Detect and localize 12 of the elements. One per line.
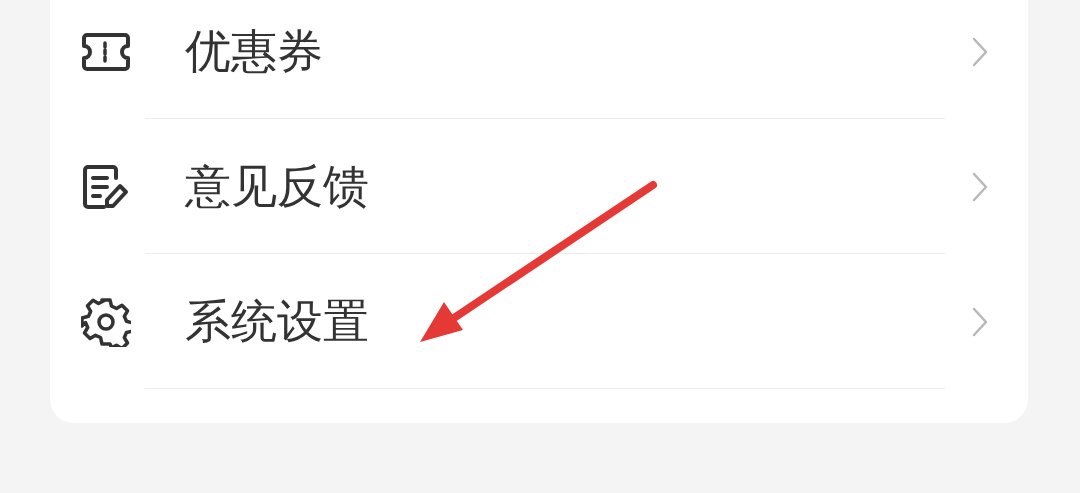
menu-label: 优惠券 [185, 23, 324, 80]
settings-icon [80, 296, 131, 347]
menu-item[interactable]: 优惠券 [50, 0, 1028, 119]
menu-label: 系统设置 [185, 293, 370, 350]
menu-label: 意见反馈 [185, 158, 370, 215]
note-pencil-icon [81, 163, 130, 210]
menu-item[interactable]: 意见反馈 [50, 119, 1028, 254]
menu-item[interactable]: 系统设置 [50, 254, 1028, 389]
chevron-icon [972, 171, 988, 202]
chevron-icon [972, 36, 988, 67]
chevron-icon [972, 306, 988, 337]
ticket-icon [80, 31, 131, 72]
